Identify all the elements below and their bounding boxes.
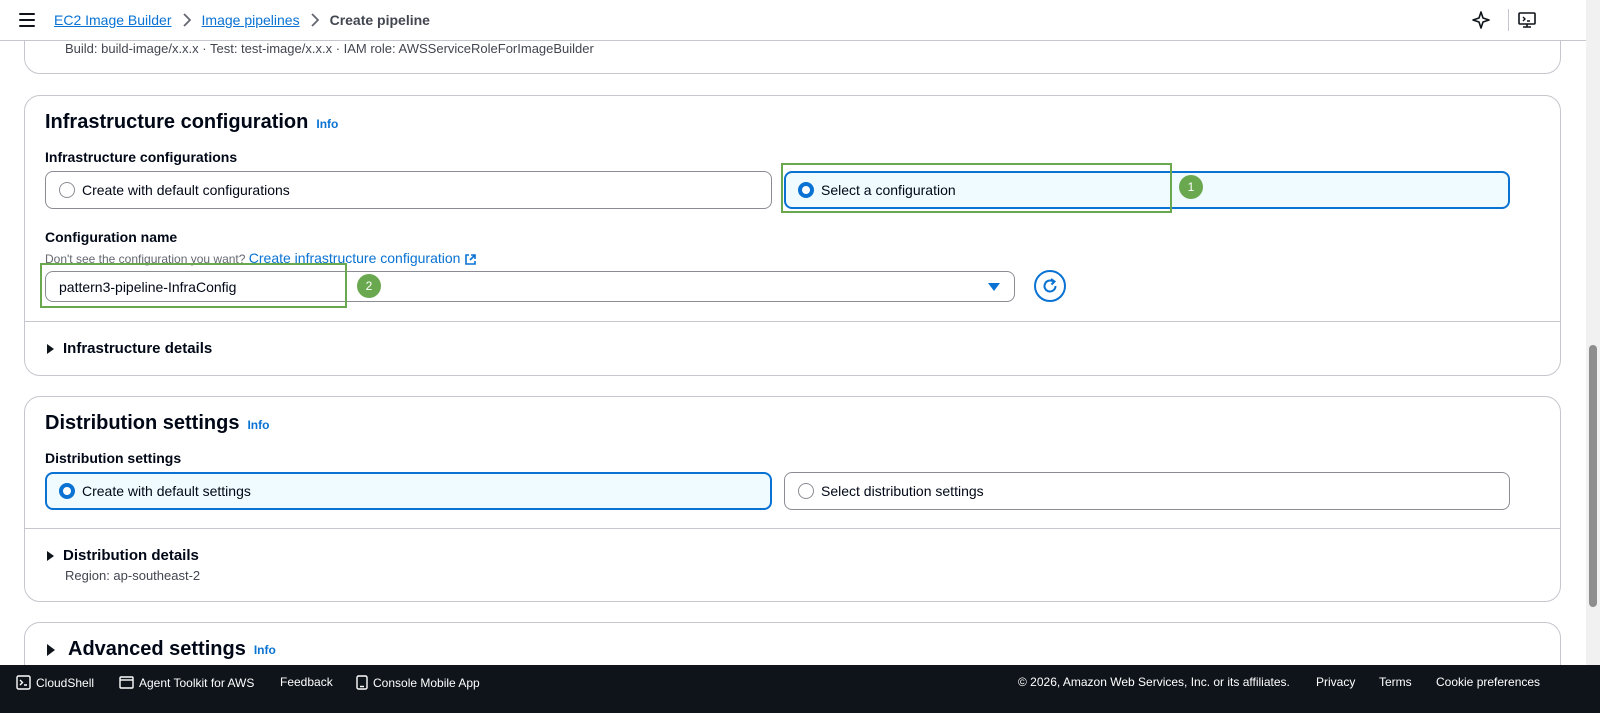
infrastructure-details-expander[interactable]: Infrastructure details — [47, 340, 212, 357]
infrastructure-title: Infrastructure configuration — [45, 111, 309, 133]
refresh-icon — [1043, 278, 1057, 293]
terms-link[interactable]: Terms — [1379, 675, 1412, 689]
cloudshell-button[interactable]: CloudShell — [16, 675, 94, 690]
advanced-settings-title: Advanced settings — [68, 638, 246, 660]
annotation-badge-2: 2 — [357, 274, 381, 298]
annotation-highlight-1 — [781, 163, 1172, 213]
radio-unchecked[interactable] — [798, 483, 814, 499]
distribution-region: Region: ap-southeast-2 — [65, 568, 201, 583]
caret-right-icon — [47, 643, 55, 656]
caret-down-icon — [988, 283, 1000, 291]
chevron-right-icon — [310, 13, 319, 27]
option-select-distribution-settings-label: Select distribution settings — [821, 483, 984, 499]
radio-checked[interactable] — [59, 483, 75, 499]
annotation-highlight-2 — [40, 263, 347, 308]
mobile-phone-icon — [356, 675, 368, 690]
feedback-label: Feedback — [280, 675, 333, 689]
breadcrumb-image-pipelines[interactable]: Image pipelines — [202, 12, 300, 28]
feedback-link[interactable]: Feedback — [280, 675, 333, 689]
distribution-details-label: Distribution details — [63, 547, 199, 564]
info-link[interactable]: Info — [316, 117, 338, 131]
section-title: Distribution settings Info — [45, 412, 269, 435]
refresh-button[interactable] — [1034, 270, 1066, 302]
recipe-summary-text: Build: build-image/x.x.x · Test: test-im… — [65, 41, 594, 56]
sparkle-icon[interactable] — [1471, 10, 1491, 30]
side-panel-icon[interactable] — [1517, 10, 1537, 30]
advanced-settings-expander[interactable]: Advanced settings Info — [47, 638, 276, 661]
privacy-link[interactable]: Privacy — [1316, 675, 1355, 689]
configuration-name-label: Configuration name — [45, 229, 178, 245]
breadcrumb: EC2 Image Builder Image pipelines Create… — [54, 12, 430, 28]
infrastructure-options-label: Infrastructure configurations — [45, 149, 238, 165]
radio-unchecked[interactable] — [59, 182, 75, 198]
info-link[interactable]: Info — [247, 418, 269, 432]
distribution-title: Distribution settings — [45, 412, 240, 434]
agent-toolkit-label: Agent Toolkit for AWS — [139, 675, 255, 690]
console-footer: CloudShell Agent Toolkit for AWS Feedbac… — [0, 665, 1600, 713]
option-default-configurations[interactable]: Create with default configurations — [45, 171, 772, 209]
window-icon — [119, 676, 134, 689]
console-mobile-app-link[interactable]: Console Mobile App — [356, 675, 480, 690]
option-default-settings-label: Create with default settings — [82, 483, 251, 499]
hamburger-menu-icon[interactable] — [19, 13, 35, 27]
section-divider — [25, 528, 1560, 529]
scrollbar-thumb[interactable] — [1589, 345, 1597, 607]
toolbar-divider — [1508, 9, 1509, 31]
section-title: Infrastructure configuration Info — [45, 111, 338, 134]
top-navigation: EC2 Image Builder Image pipelines Create… — [0, 0, 1586, 41]
infrastructure-details-label: Infrastructure details — [63, 340, 213, 357]
caret-right-icon — [47, 343, 54, 354]
breadcrumb-current: Create pipeline — [329, 12, 430, 28]
console-mobile-app-label: Console Mobile App — [373, 675, 480, 690]
external-link-icon[interactable] — [464, 253, 477, 266]
option-default-settings[interactable]: Create with default settings — [45, 472, 772, 510]
section-divider — [25, 321, 1560, 322]
agent-toolkit-button[interactable]: Agent Toolkit for AWS — [119, 675, 254, 690]
copyright-text: © 2026, Amazon Web Services, Inc. or its… — [1018, 675, 1290, 689]
caret-right-icon — [47, 550, 54, 561]
distribution-settings-container: Distribution settings Info Distribution s… — [24, 396, 1561, 602]
chevron-right-icon — [182, 13, 191, 27]
distribution-details-expander[interactable]: Distribution details — [47, 547, 199, 564]
terminal-icon — [16, 675, 31, 690]
cloudshell-label: CloudShell — [36, 675, 95, 690]
option-select-distribution-settings[interactable]: Select distribution settings — [784, 472, 1510, 510]
cookie-preferences-link[interactable]: Cookie preferences — [1436, 675, 1540, 689]
info-link[interactable]: Info — [254, 643, 276, 657]
distribution-options-label: Distribution settings — [45, 450, 182, 466]
annotation-badge-1: 1 — [1179, 175, 1203, 199]
option-default-configurations-label: Create with default configurations — [82, 182, 290, 198]
infrastructure-configuration-container: Infrastructure configuration Info Infrast… — [24, 95, 1561, 376]
breadcrumb-ec2-image-builder[interactable]: EC2 Image Builder — [54, 12, 172, 28]
